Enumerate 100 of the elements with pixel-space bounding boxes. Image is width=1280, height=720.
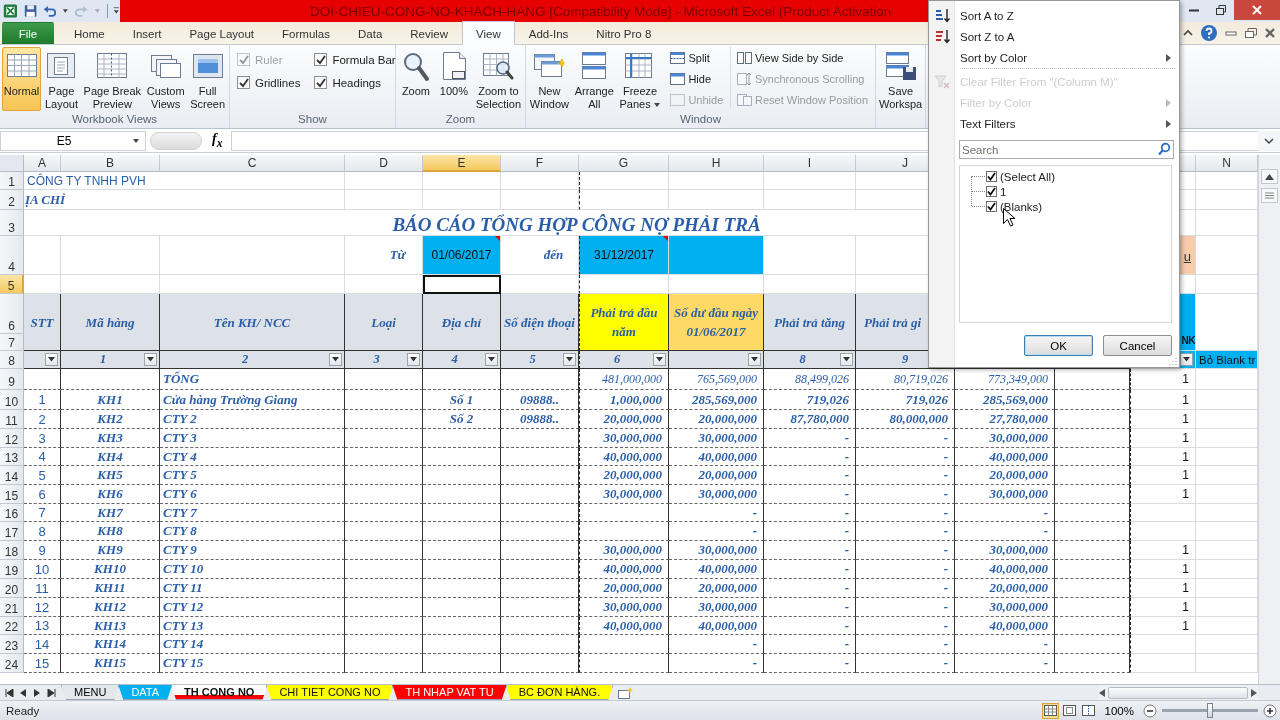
ribbon-button[interactable]: New Window — [527, 47, 571, 111]
checkbox[interactable] — [314, 76, 328, 89]
row-heading[interactable]: 24 — [0, 654, 24, 673]
resize-grip-icon[interactable] — [1169, 357, 1177, 365]
active-cell[interactable] — [423, 275, 501, 294]
checkbox[interactable] — [237, 76, 250, 89]
filter-button[interactable] — [45, 353, 58, 366]
insert-function-button[interactable]: f$_{x}$ — [210, 131, 225, 150]
row-heading[interactable]: 3 — [0, 210, 24, 236]
column-heading[interactable]: G — [579, 155, 669, 172]
sheet-tab[interactable]: TH CONG NO — [171, 685, 268, 700]
filter-button[interactable] — [144, 353, 157, 366]
row-heading[interactable]: 5 — [0, 275, 24, 294]
filter-button[interactable] — [563, 353, 576, 366]
tab-scroll-button[interactable] — [4, 686, 15, 699]
row-heading[interactable]: 6 — [0, 294, 24, 334]
column-heading[interactable]: B — [61, 155, 160, 172]
close-button[interactable] — [1234, 0, 1280, 20]
row-heading[interactable]: 15 — [0, 485, 24, 504]
row-heading[interactable]: 23 — [0, 635, 24, 654]
row-heading[interactable]: 17 — [0, 522, 24, 541]
row-heading[interactable]: 19 — [0, 560, 24, 579]
slider-thumb[interactable] — [1207, 703, 1213, 718]
expand-button[interactable] — [1258, 130, 1280, 151]
menu-item[interactable]: Text Filters — [954, 117, 1016, 130]
spreadsheet-icon[interactable] — [3, 2, 18, 20]
ribbon-tab[interactable]: Add-Ins — [514, 22, 583, 44]
checkbox[interactable] — [986, 201, 997, 212]
dialog-button[interactable]: OK — [1024, 335, 1093, 356]
ribbon-button[interactable]: Hide — [667, 70, 726, 88]
ribbon-button[interactable]: Arrange All — [572, 47, 616, 111]
row-heading[interactable]: 7 — [0, 334, 24, 351]
row-heading[interactable]: 8 — [0, 351, 24, 369]
ribbon-tab[interactable]: Review — [396, 22, 462, 44]
filter-button[interactable] — [407, 353, 420, 366]
ribbon-button[interactable]: Save Workspa — [877, 47, 925, 111]
checkbox[interactable] — [986, 171, 997, 182]
row-heading[interactable]: 2 — [0, 190, 24, 210]
row-heading[interactable]: 10 — [0, 390, 24, 410]
menu-item[interactable]: Sort by Color — [954, 51, 1028, 64]
vertical-scrollbar[interactable] — [1258, 155, 1280, 684]
ribbon-tab[interactable]: View — [462, 21, 515, 45]
column-heading[interactable]: C — [160, 155, 345, 172]
row-heading[interactable]: 4 — [0, 236, 24, 275]
tab-scroll-button[interactable] — [46, 686, 57, 699]
checkbox[interactable] — [314, 53, 328, 66]
row-heading[interactable]: 11 — [0, 410, 24, 429]
row-heading[interactable]: 14 — [0, 466, 24, 485]
undo-icon[interactable] — [43, 3, 57, 19]
filter-button[interactable] — [485, 353, 498, 366]
row-heading[interactable]: 9 — [0, 369, 24, 390]
ribbon-button[interactable]: Custom Views — [144, 47, 187, 111]
ribbon-button[interactable]: 100% — [435, 47, 472, 111]
row-heading[interactable]: 1 — [0, 172, 24, 190]
ribbon-button[interactable]: Zoom — [397, 47, 434, 111]
file-tab[interactable]: File — [2, 22, 54, 44]
ribbon-button[interactable]: Full Screen — [188, 47, 228, 111]
column-heading[interactable]: D — [345, 155, 423, 172]
filter-button[interactable] — [329, 353, 342, 366]
ribbon-tab[interactable]: Home — [60, 22, 119, 44]
ribbon-button[interactable]: Page Break Preview — [81, 47, 144, 111]
search-field[interactable]: Search — [959, 140, 1174, 159]
scroll-up-button[interactable] — [1261, 169, 1278, 184]
tab-scroll-button[interactable] — [18, 686, 29, 699]
zoom-in-button[interactable] — [1262, 702, 1278, 719]
dialog-button[interactable]: Cancel — [1103, 335, 1172, 356]
scroll-thumb[interactable] — [1261, 188, 1278, 203]
column-heading[interactable]: A — [24, 155, 61, 172]
menu-item[interactable]: Sort Z to A — [954, 30, 1015, 43]
ribbon-button[interactable]: Zoom to Selection — [473, 47, 524, 111]
search-icon[interactable] — [1157, 142, 1171, 156]
checkbox[interactable] — [986, 186, 997, 197]
divider-handle[interactable] — [150, 131, 202, 150]
filter-button[interactable] — [1180, 353, 1193, 366]
new-sheet-icon[interactable] — [617, 686, 634, 699]
save-icon[interactable] — [23, 3, 37, 19]
row-heading[interactable]: 22 — [0, 617, 24, 635]
filter-button[interactable] — [748, 353, 761, 366]
column-heading[interactable]: F — [501, 155, 579, 172]
column-heading[interactable]: N — [1196, 155, 1258, 172]
column-heading[interactable]: I — [764, 155, 856, 172]
customize-icon[interactable] — [113, 6, 120, 16]
filter-button[interactable] — [653, 353, 666, 366]
sheet-tab[interactable]: CHI TIET CONG NO — [266, 685, 394, 700]
sheet-tab[interactable]: MENU — [61, 685, 120, 700]
scroll-thumb[interactable] — [1108, 686, 1248, 699]
caret-icon[interactable] — [62, 7, 69, 15]
view-button[interactable] — [1060, 702, 1078, 719]
ribbon-button[interactable]: Freeze Panes — [617, 47, 663, 111]
ribbon-tab[interactable]: Insert — [118, 22, 176, 44]
sheet-tab[interactable]: TH NHAP VAT TU — [392, 685, 507, 700]
name-box[interactable]: E5 — [0, 130, 146, 151]
filter-button[interactable] — [840, 353, 853, 366]
ribbon-tab[interactable]: Formulas — [268, 22, 344, 44]
row-heading[interactable]: 21 — [0, 598, 24, 617]
help-icon[interactable] — [1200, 24, 1218, 42]
ribbon-tab[interactable]: Nitro Pro 8 — [582, 22, 666, 44]
row-heading[interactable]: 16 — [0, 504, 24, 522]
row-heading[interactable]: 13 — [0, 448, 24, 466]
ribbon-button[interactable]: Normal — [1, 47, 42, 111]
